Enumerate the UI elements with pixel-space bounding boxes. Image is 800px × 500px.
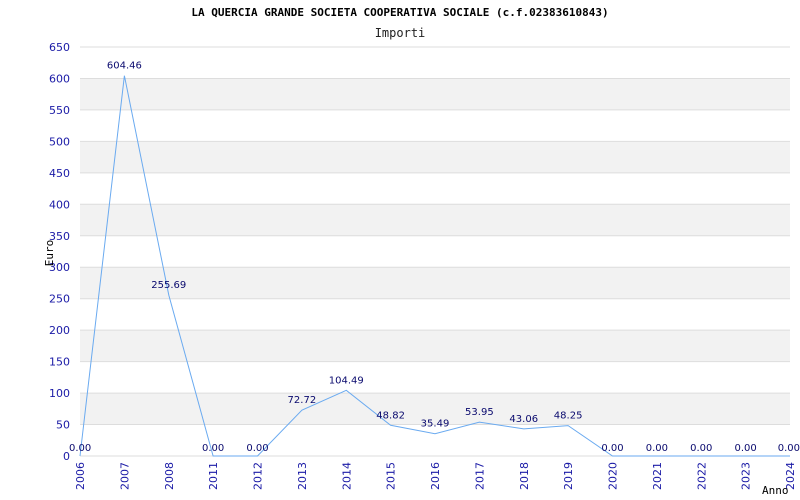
x-tick-label: 2019	[562, 462, 575, 490]
x-tick-label: 2020	[607, 462, 620, 490]
x-axis-ticks: 2006 2007 2008 2011 2012 2013 2014 2015 2016 2017…	[74, 462, 797, 490]
data-label: 104.49	[329, 375, 364, 386]
grid-band	[80, 204, 790, 236]
y-tick-label: 550	[49, 104, 70, 117]
data-label: 48.25	[554, 411, 583, 422]
y-tick-label: 400	[49, 198, 70, 211]
y-tick-label: 200	[49, 324, 70, 337]
data-label: 0.00	[246, 443, 268, 454]
data-label: 0.00	[778, 443, 800, 454]
data-label: 35.49	[421, 419, 450, 430]
y-tick-label: 100	[49, 387, 70, 400]
grid-band	[80, 141, 790, 173]
chart-title: LA QUERCIA GRANDE SOCIETA COOPERATIVA SO…	[191, 6, 608, 19]
grid-band	[80, 267, 790, 299]
x-tick-label: 2012	[252, 462, 265, 490]
x-tick-label: 2007	[118, 462, 131, 490]
chart: 050100150200250300350400450500550600650 …	[43, 6, 800, 497]
data-label: 255.69	[151, 280, 186, 291]
x-tick-label: 2017	[473, 462, 486, 490]
y-tick-label: 150	[49, 356, 70, 369]
y-tick-label: 450	[49, 167, 70, 180]
y-tick-label: 50	[56, 419, 70, 432]
y-tick-label: 650	[49, 41, 70, 54]
data-label: 0.00	[202, 443, 224, 454]
data-label: 72.72	[288, 395, 317, 406]
x-tick-label: 2018	[518, 462, 531, 490]
x-tick-label: 2016	[429, 462, 442, 490]
data-label: 0.00	[69, 443, 91, 454]
data-label: 604.46	[107, 61, 142, 72]
x-tick-label: 2013	[296, 462, 309, 490]
grid-bands	[80, 78, 790, 425]
y-tick-label: 250	[49, 293, 70, 306]
data-label: 0.00	[734, 443, 756, 454]
grid-band	[80, 78, 790, 110]
data-label: 48.82	[376, 410, 405, 421]
y-axis-label: Euro	[43, 240, 56, 267]
x-tick-label: 2011	[207, 462, 220, 490]
x-tick-label: 2022	[695, 462, 708, 490]
grid-band	[80, 330, 790, 362]
y-tick-label: 500	[49, 135, 70, 148]
data-label: 53.95	[465, 407, 494, 418]
x-tick-label: 2008	[163, 462, 176, 490]
x-tick-label: 2014	[340, 462, 353, 490]
x-axis-label: Anno	[762, 484, 789, 497]
x-tick-label: 2015	[385, 462, 398, 490]
data-label: 0.00	[690, 443, 712, 454]
x-tick-label: 2006	[74, 462, 87, 490]
data-label: 0.00	[601, 443, 623, 454]
x-tick-label: 2023	[740, 462, 753, 490]
chart-subtitle: Importi	[375, 26, 426, 40]
y-tick-label: 600	[49, 72, 70, 85]
x-tick-label: 2021	[651, 462, 664, 490]
data-label: 43.06	[509, 414, 538, 425]
data-label: 0.00	[646, 443, 668, 454]
